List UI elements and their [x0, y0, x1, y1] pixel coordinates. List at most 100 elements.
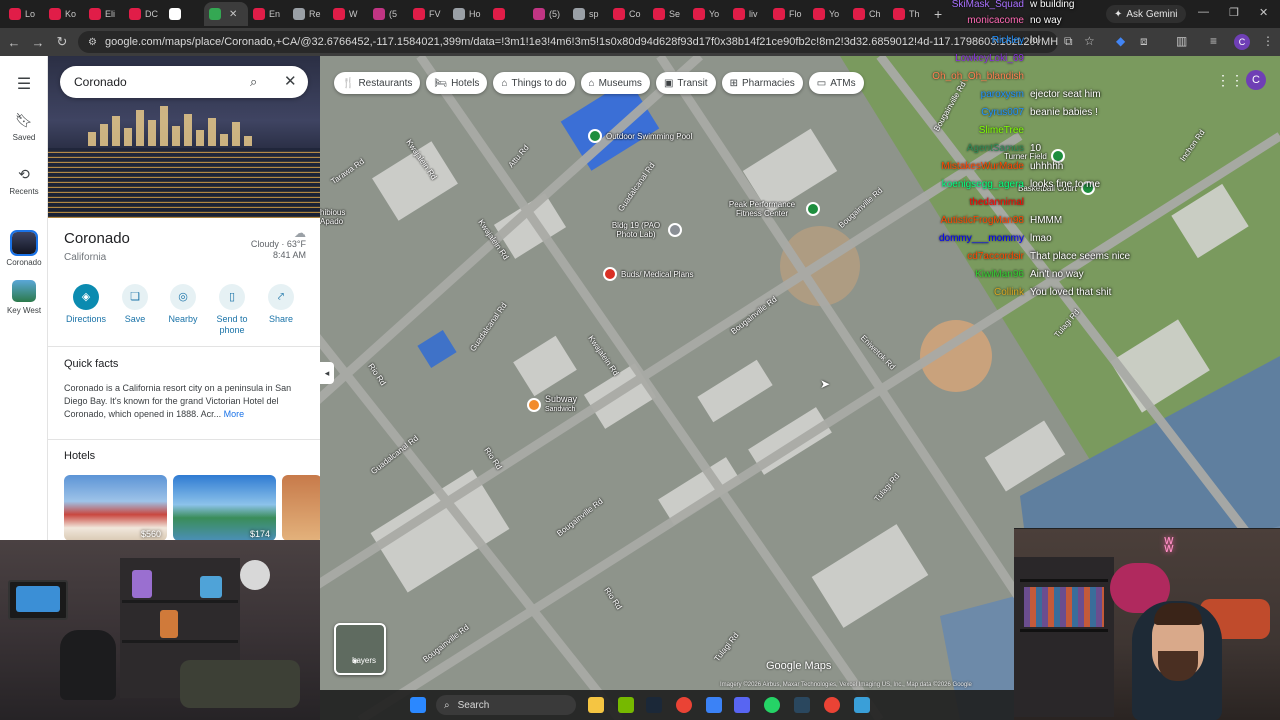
medical-pin-icon — [603, 267, 617, 281]
nearby-label: Nearby — [168, 314, 198, 324]
poi-buds-medical[interactable]: Buds/ Medical Plans — [603, 267, 693, 281]
collapse-panel-button[interactable]: ◂ — [320, 362, 334, 384]
save-button[interactable]: ❏ Save — [108, 284, 162, 325]
tab-title: Lo — [25, 9, 36, 19]
chat-username: LowkeyLoki_69 — [955, 53, 1024, 64]
search-input[interactable] — [74, 75, 244, 89]
whatsapp-icon[interactable] — [764, 697, 780, 713]
poi-amphibious[interactable]: hibious Apado — [320, 208, 356, 226]
poi-bldg-19[interactable]: Bldg 19 (PAO Photo Lab) — [608, 221, 682, 239]
browser-tab[interactable]: Flo — [768, 2, 808, 26]
chat-username: SkiMask_Squad — [951, 0, 1024, 10]
quick-facts: Coronado is a California resort city on … — [64, 382, 300, 421]
tab-title: Flo — [789, 9, 802, 19]
browser-tab[interactable] — [164, 2, 204, 26]
hotel-card[interactable]: $560 — [64, 475, 167, 540]
tab-title: Ko — [65, 9, 77, 19]
rail-recent-key-west[interactable]: Key West — [0, 280, 48, 315]
browser-tab[interactable]: DC — [124, 2, 164, 26]
rail-recents[interactable]: ⟲ Recents — [0, 166, 48, 196]
search-icon[interactable]: ⌕ — [250, 74, 257, 90]
nearby-button[interactable]: ◎ Nearby — [156, 284, 210, 325]
atm-icon: ▭ — [816, 77, 827, 89]
tab-favicon-icon — [653, 8, 665, 20]
chip-transit[interactable]: ▣ Transit — [655, 72, 716, 94]
browser-tab[interactable]: Eli — [84, 2, 124, 26]
quick-facts-text: Coronado is a California resort city on … — [64, 383, 292, 419]
browser-tab[interactable]: Ko — [44, 2, 84, 26]
chip-atms[interactable]: ▭ ATMs — [808, 72, 864, 94]
back-icon[interactable]: ← — [2, 35, 26, 50]
windows-start-icon[interactable] — [410, 697, 426, 713]
chat-message: SlimeTree — [930, 124, 1030, 138]
poi-outdoor-swimming-pool[interactable]: Outdoor Swimming Pool — [588, 129, 692, 143]
building-pin-icon — [668, 223, 682, 237]
chip-things-to-do[interactable]: ⌂ Things to do — [493, 72, 575, 94]
tab-title: liv — [749, 9, 758, 19]
streamer-webcam: ʬ — [1014, 528, 1280, 720]
chip-restaurants[interactable]: 🍴 Restaurants — [334, 72, 421, 94]
browser-tab[interactable]: Ho — [448, 2, 488, 26]
hotel-card[interactable]: $174 — [173, 475, 276, 540]
rail-recent-coronado[interactable]: Coronado — [0, 230, 48, 267]
museum-icon: ⌂ — [588, 77, 595, 89]
steam-icon[interactable] — [646, 697, 662, 713]
chat-message: AgentSamus 10 — [930, 142, 1041, 156]
poi-peak-performance[interactable]: Peak Performance Fitness Center — [722, 200, 820, 218]
hamburger-menu-icon: ☰ — [16, 76, 32, 93]
site-info-icon[interactable]: ⚙ — [88, 37, 97, 48]
chip-pharmacies[interactable]: ⊞ Pharmacies — [721, 72, 803, 94]
browser-tab[interactable]: Co — [608, 2, 648, 26]
browser-tab[interactable]: Yo — [808, 2, 848, 26]
coronado-thumbnail — [10, 230, 38, 256]
browser-tab[interactable]: Lo — [4, 2, 44, 26]
send-to-phone-button[interactable]: ▯ Send to phone — [205, 284, 259, 336]
chat-message: cd7accordsir That place seems nice — [930, 250, 1130, 264]
chat-username: cd7accordsir — [967, 251, 1024, 262]
forward-icon[interactable]: → — [26, 35, 50, 50]
layers-button[interactable]: ◈ Layers — [334, 623, 386, 675]
file-explorer-icon[interactable] — [588, 697, 604, 713]
tab-title: Co — [629, 9, 641, 19]
bluetooth-icon[interactable] — [706, 697, 722, 713]
browser-tab[interactable]: (5 — [368, 2, 408, 26]
chat-text: lmao — [1030, 233, 1052, 244]
chrome-icon[interactable] — [676, 697, 692, 713]
browser-tab[interactable]: Ch — [848, 2, 888, 26]
taskbar-search[interactable]: ⌕ Search — [436, 695, 576, 715]
close-tab-icon[interactable]: ✕ — [229, 9, 237, 20]
steam-client-icon[interactable] — [794, 697, 810, 713]
reload-icon[interactable]: ↻ — [50, 34, 74, 50]
clear-search-icon[interactable]: ✕ — [284, 72, 297, 90]
category-chips: 🍴 Restaurants 🛏 Hotels ⌂ Things to do ⌂ Museums… — [334, 72, 864, 94]
poi-subway[interactable]: Subway Sandwich — [527, 395, 577, 414]
browser-tab[interactable]: Th — [888, 2, 928, 26]
browser-tab[interactable]: W — [328, 2, 368, 26]
share-button[interactable]: ⤤ Share — [254, 284, 308, 325]
browser-tab[interactable]: FV — [408, 2, 448, 26]
chip-museums[interactable]: ⌂ Museums — [580, 72, 650, 94]
nvidia-icon[interactable] — [618, 697, 634, 713]
chip-hotels[interactable]: 🛏 Hotels — [426, 72, 488, 94]
browser-tab[interactable]: liv — [728, 2, 768, 26]
browser-tab[interactable]: ✕ — [204, 2, 248, 26]
address-bar[interactable]: ⚙ google.com/maps/place/Coronado,+CA/@32… — [78, 31, 1058, 53]
chrome-active-icon[interactable] — [824, 697, 840, 713]
browser-tab[interactable]: sp — [568, 2, 608, 26]
directions-button[interactable]: ◈ Directions — [59, 284, 113, 325]
directions-icon: ◈ — [73, 284, 99, 310]
browser-tab[interactable]: Re — [288, 2, 328, 26]
browser-tab[interactable]: Yo — [688, 2, 728, 26]
more-link[interactable]: More — [224, 409, 245, 419]
save-label: Save — [124, 314, 146, 324]
browser-tab[interactable]: En — [248, 2, 288, 26]
browser-tab[interactable]: Se — [648, 2, 688, 26]
search-box: ⌕ ✕ — [60, 66, 308, 98]
discord-icon[interactable] — [734, 697, 750, 713]
app-icon[interactable] — [854, 697, 870, 713]
hotel-card[interactable] — [282, 475, 320, 540]
rail-saved[interactable]: 🔖︎ Saved — [0, 112, 48, 142]
browser-tab[interactable]: (5) — [528, 2, 568, 26]
browser-tab[interactable] — [488, 2, 528, 26]
main-menu-button[interactable]: ☰ — [0, 74, 48, 98]
